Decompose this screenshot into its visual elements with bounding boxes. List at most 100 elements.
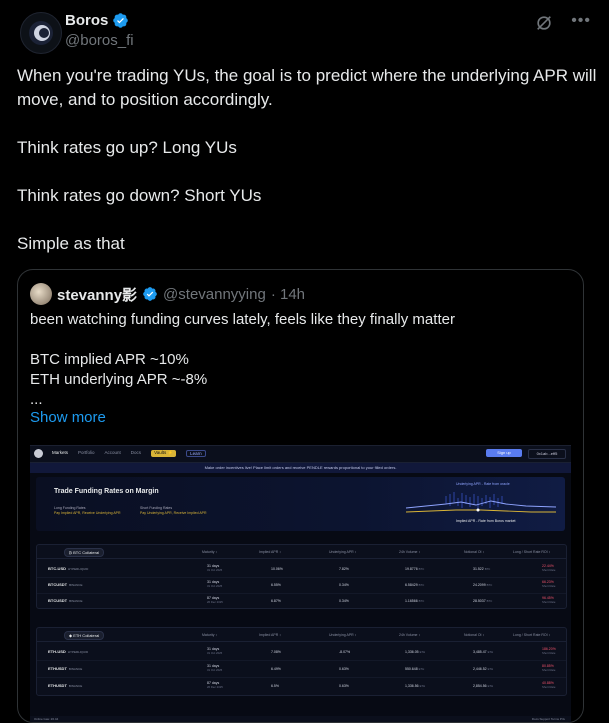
app-implied: 7.08%: [271, 650, 281, 654]
app-roi-label: Short Rate: [542, 584, 556, 588]
app-panel-header: ₿ BTC Collateral Maturity ↕ Implied APR …: [37, 545, 566, 559]
app-hero-short-desc-b: Receive Implied APR: [173, 511, 207, 515]
app-oi-unit: BTC: [486, 583, 493, 587]
app-col-roi: Long / Short Rate ROI ↕: [513, 550, 551, 554]
app-market-name: BTC-USD HYPERLIQUID: [48, 566, 88, 571]
author-avatar[interactable]: [20, 12, 62, 54]
attached-image[interactable]: Markets Portfolio Account Docs Vaults ⚡ …: [30, 445, 571, 722]
app-nav: Markets Portfolio Account Docs Vaults ⚡ …: [30, 446, 571, 463]
app-oi-unit: BTC: [484, 567, 491, 571]
app-oi: 3,485.47 ETH: [473, 650, 493, 654]
author-handle[interactable]: @boros_fi: [65, 32, 134, 49]
quoted-author-handle[interactable]: @stevannyying: [163, 286, 266, 303]
app-maturity: 31 days 31 Oct 2025: [207, 664, 222, 672]
quoted-post-text: been watching funding curves lately, fee…: [30, 310, 570, 410]
app-col-volume: 24h Volume ↕: [399, 550, 421, 554]
app-roi-label: Short Rate: [542, 600, 556, 604]
show-more-link[interactable]: Show more: [30, 409, 106, 426]
app-market-name: BTCUSDT BINANCE: [48, 598, 82, 603]
app-col-volume: 24h Volume ↕: [399, 633, 421, 637]
app-oi: 2,446.52 ETH: [473, 667, 493, 671]
app-oi-value: 31.522: [473, 567, 484, 571]
app-eth-pill: ◆ ETH Collateral: [64, 631, 105, 640]
app-hero-chart-top-label: Underlying APR - Rate from oracle: [456, 482, 510, 486]
app-oi: 2,854.56 ETH: [473, 684, 493, 688]
author-display-name[interactable]: Boros: [65, 12, 108, 29]
app-maturity: 87 days 26 Dec 2025: [207, 681, 223, 689]
app-nav-item: Learn: [186, 450, 206, 457]
app-col-roi: Long / Short Rate ROI ↕: [513, 633, 551, 637]
app-market-exchange: BINANCE: [69, 583, 83, 587]
app-market-exchange: BINANCE: [68, 667, 83, 671]
app-oi-value: 24.2099: [473, 583, 486, 587]
app-roi: 40.88% Short Rate: [542, 681, 555, 689]
app-roi: 96.45% Short Rate: [542, 596, 555, 604]
app-roi-label: Short Rate: [542, 668, 556, 672]
app-hero-long-title: Long Funding Rates: [54, 506, 86, 510]
app-volume: 1.16566 BTC: [405, 599, 424, 603]
app-nav-item: Docs: [130, 450, 142, 455]
quoted-line: BTC implied APR ~10%: [30, 351, 189, 368]
app-market-name: ETHUSDT BINANCE: [48, 666, 82, 671]
author-name-row[interactable]: Boros: [65, 12, 129, 29]
quoted-post-time[interactable]: · 14h: [271, 286, 305, 303]
app-roi: 22.44% Short Rate: [542, 564, 555, 572]
quoted-author-avatar[interactable]: [30, 283, 52, 305]
app-hero: Trade Funding Rates on Margin Long Fundi…: [36, 477, 565, 531]
app-btc-panel: ₿ BTC Collateral Maturity ↕ Implied APR …: [36, 544, 567, 609]
post-paragraph: When you're trading YUs, the goal is to …: [17, 66, 597, 109]
app-hero-long: Long Funding Rates Pay Implied APR, Rece…: [54, 506, 121, 516]
app-oi: 28.5037 BTC: [473, 599, 492, 603]
app-hero-long-desc-a: Pay Implied APR,: [54, 511, 82, 515]
app-col-implied: Implied APR ↕: [259, 633, 281, 637]
app-hero-chart-bottom-label: Implied APR - Rate from Boros market: [456, 519, 516, 523]
grok-icon[interactable]: [535, 14, 553, 32]
app-volume-unit: ETH: [419, 650, 426, 654]
verified-badge-icon: [143, 287, 157, 301]
app-roi: 186.20% Short Rate: [542, 647, 556, 655]
quoted-line: ...: [30, 391, 43, 408]
app-market-row: ETHUSDT BINANCE 87 days 26 Dec 2025 6.5% 0…: [37, 678, 566, 694]
app-underlying: -8.07%: [339, 650, 351, 654]
app-signup-button: Sign up: [486, 449, 522, 457]
app-implied: 10.06%: [271, 567, 283, 571]
app-nav-item: Vaults ⚡: [151, 450, 177, 457]
app-eth-panel: ◆ ETH Collateral Maturity ↕ Implied APR …: [36, 627, 567, 696]
quoted-post[interactable]: stevanny影 @stevannyying · 14h been watch…: [17, 269, 584, 723]
app-volume-value: 550.648: [405, 667, 418, 671]
more-options-icon[interactable]: •••: [571, 12, 591, 30]
app-implied: 6.5%: [271, 684, 279, 688]
app-oi-value: 28.5037: [473, 599, 486, 603]
app-market-symbol: ETH-USD: [48, 649, 66, 654]
post-text: When you're trading YUs, the goal is to …: [17, 64, 597, 280]
app-market-row: ETH-USD HYPERLIQUID 31 days 31 Oct 2025 7.…: [37, 644, 566, 661]
app-roi: 66.23% Short Rate: [542, 580, 555, 588]
app-oi: 31.522 BTC: [473, 567, 490, 571]
app-col-underlying: Underlying APR ↕: [329, 550, 357, 554]
app-volume-value: 19.8776: [405, 567, 418, 571]
app-implied: 6.87%: [271, 599, 281, 603]
app-banner: Make order incentives live! Place limit …: [30, 463, 571, 473]
app-nav-links: Markets Portfolio Account Docs Vaults ⚡ …: [52, 450, 206, 457]
app-volume-value: 6.58429: [405, 583, 418, 587]
post-paragraph: Think rates go up? Long YUs: [17, 138, 237, 157]
app-market-name: ETHUSDT BINANCE: [48, 683, 82, 688]
app-maturity-date: 31 Oct 2025: [207, 568, 223, 572]
app-market-exchange: BINANCE: [68, 684, 83, 688]
app-oi: 24.2099 BTC: [473, 583, 492, 587]
post-header: Boros @boros_fi •••: [16, 8, 593, 58]
app-volume-value: 1,336.56: [405, 684, 419, 688]
app-btc-pill: ₿ BTC Collateral: [64, 548, 105, 557]
app-col-underlying: Underlying APR ↕: [329, 633, 357, 637]
app-roi-label: Short Rate: [542, 568, 556, 572]
app-market-name: ETH-USD HYPERLIQUID: [48, 649, 88, 654]
app-underlying: 0.34%: [339, 599, 349, 603]
app-hero-short: Short Funding Rates Pay Underlying APR, …: [140, 506, 207, 516]
app-underlying: 0.34%: [339, 583, 349, 587]
quoted-author-name[interactable]: stevanny影: [57, 284, 137, 305]
app-implied: 6.49%: [271, 667, 281, 671]
app-maturity-date: 26 Dec 2025: [207, 600, 223, 604]
app-roi-label: Short Rate: [542, 685, 556, 689]
app-implied: 6.55%: [271, 583, 281, 587]
app-maturity-date: 26 Dec 2025: [207, 685, 223, 689]
